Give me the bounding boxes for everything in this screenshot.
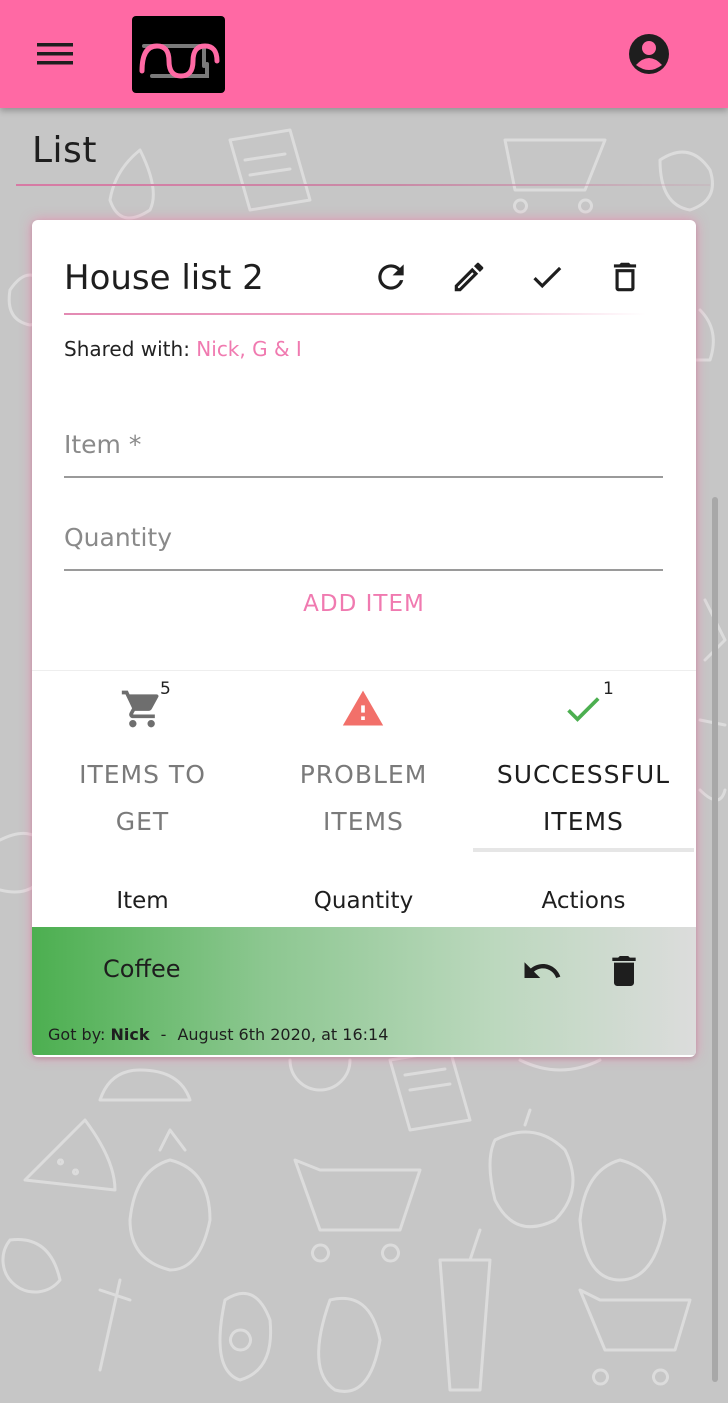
tab-label: PROBLEM ITEMS [299,760,428,836]
item-name: Coffee [103,955,181,983]
scrollbar[interactable] [712,497,718,1382]
warning-icon [341,687,385,731]
delete-icon[interactable] [603,255,647,299]
app-bar [0,0,728,108]
list-name-underline [64,313,646,315]
meta-separator: - [160,1025,167,1044]
item-meta: Got by: Nick - August 6th 2020, at 16:14 [48,1025,388,1044]
shared-with: Shared with: Nick, G & I [64,337,302,361]
timestamp: August 6th 2020, at 16:14 [177,1025,389,1044]
menu-icon[interactable] [34,38,76,70]
item-field[interactable]: Item * [64,420,663,480]
tab-active-indicator [473,848,694,852]
table-row: Coffee Got by: Nick - August 6th 2020, a… [32,927,696,1055]
column-header-quantity: Quantity [313,888,414,914]
quantity-field-underline [64,569,663,571]
refresh-icon[interactable] [369,255,413,299]
page-title: List [32,130,97,171]
tab-label: ITEMS TO GET [79,760,206,836]
tab-badge: 5 [160,679,171,699]
delete-icon[interactable] [602,949,646,993]
list-card: House list 2 Shared with: Nick, G & I It… [32,220,696,1057]
app-logo[interactable] [132,16,225,93]
divider [32,670,696,671]
item-input[interactable] [64,420,663,480]
tab-badge: 1 [603,679,614,699]
check-icon [561,687,605,731]
add-item-button[interactable]: ADD ITEM [264,584,464,624]
undo-icon[interactable] [520,949,564,993]
tab-successful-items[interactable]: 1 SUCCESSFUL ITEMS [473,675,694,851]
list-name: House list 2 [64,258,264,298]
column-header-item: Item [116,888,169,914]
moon-icon[interactable] [534,32,578,76]
column-header-actions: Actions [541,888,626,914]
check-icon[interactable] [525,255,569,299]
tab-label: SUCCESSFUL ITEMS [496,760,671,836]
quantity-field[interactable]: Quantity [64,513,663,573]
cart-icon [120,687,164,731]
tab-items-to-get[interactable]: 5 ITEMS TO GET [32,675,253,851]
item-field-underline [64,476,663,478]
page-title-underline [16,184,710,186]
tab-problem-items[interactable]: PROBLEM ITEMS [253,675,474,851]
edit-icon[interactable] [447,255,491,299]
account-circle-icon[interactable] [627,32,671,76]
got-by-name: Nick [110,1025,150,1044]
shared-with-names[interactable]: Nick, G & I [196,337,302,361]
got-by-label: Got by: [48,1025,106,1044]
shared-with-label: Shared with: [64,337,190,361]
quantity-input[interactable] [64,513,663,573]
